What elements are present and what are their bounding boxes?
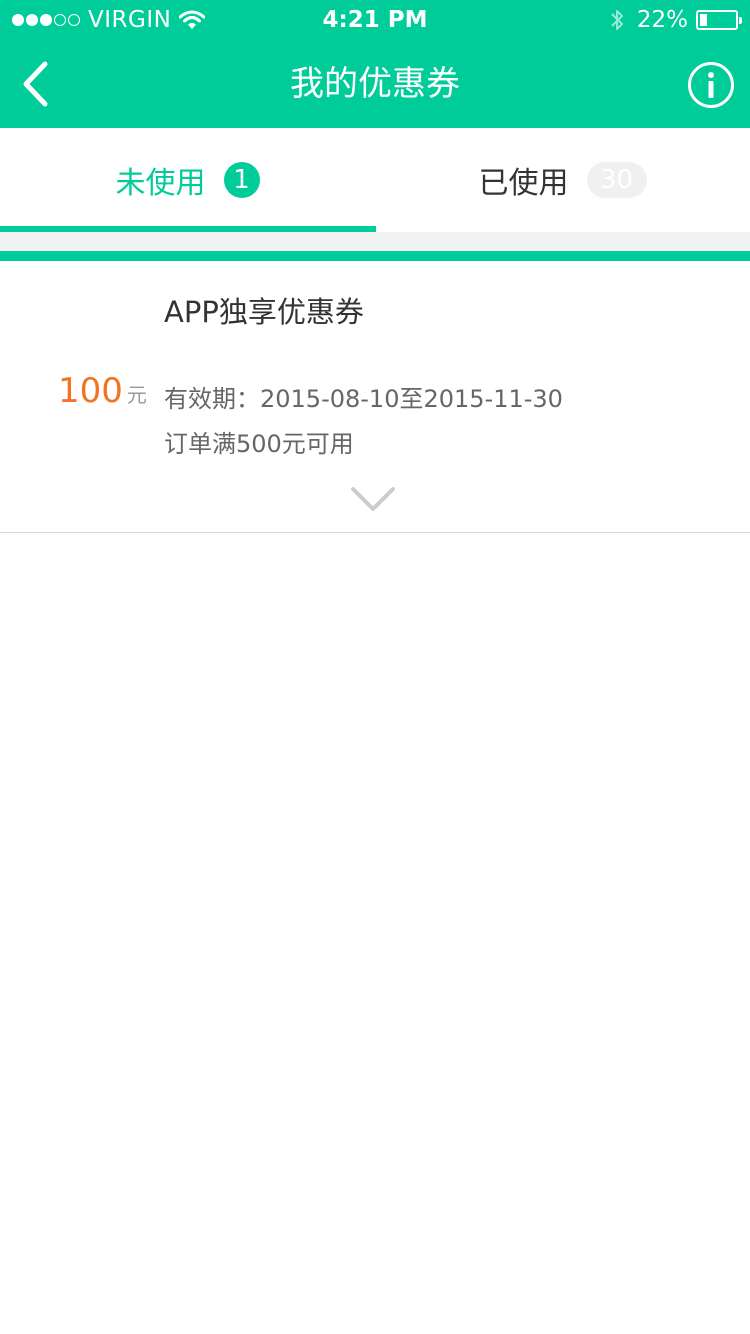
info-button[interactable] [688,62,734,108]
battery-percent: 22% [636,7,688,33]
coupon-condition: 订单满500元可用 [164,430,354,458]
coupon-card[interactable]: APP独享优惠券 100 元 有效期：2015-08-10至2015-11-30… [0,251,750,533]
tab-unused[interactable]: 未使用 1 [0,128,375,232]
coupon-amount-unit: 元 [126,383,147,407]
chevron-down-icon [351,487,395,511]
battery-icon [696,10,742,30]
expand-details-button[interactable] [345,479,401,519]
tab-used[interactable]: 已使用 30 [375,128,750,232]
coupon-title: APP独享优惠券 [164,295,364,329]
coupon-amount: 100 元 [58,371,147,411]
coupon-amount-value: 100 [58,371,123,411]
bluetooth-icon [611,10,623,30]
tab-unused-label: 未使用 [115,166,206,201]
app-header: VIRGIN 4:21 PM 22% 我的优惠券 [0,0,750,128]
status-bar: VIRGIN 4:21 PM 22% [0,0,750,40]
battery-fill [700,14,707,26]
info-icon [708,72,714,98]
nav-bar: 我的优惠券 [0,40,750,128]
coupon-validity: 有效期：2015-08-10至2015-11-30 [164,385,563,413]
page-title: 我的优惠券 [290,64,460,104]
coupon-tabs: 未使用 1 已使用 30 [0,128,750,232]
status-right: 22% [609,0,742,40]
tab-used-count-badge: 30 [586,162,647,198]
section-divider [0,232,750,251]
tab-unused-count-badge: 1 [223,162,260,198]
tab-used-label: 已使用 [478,166,569,201]
